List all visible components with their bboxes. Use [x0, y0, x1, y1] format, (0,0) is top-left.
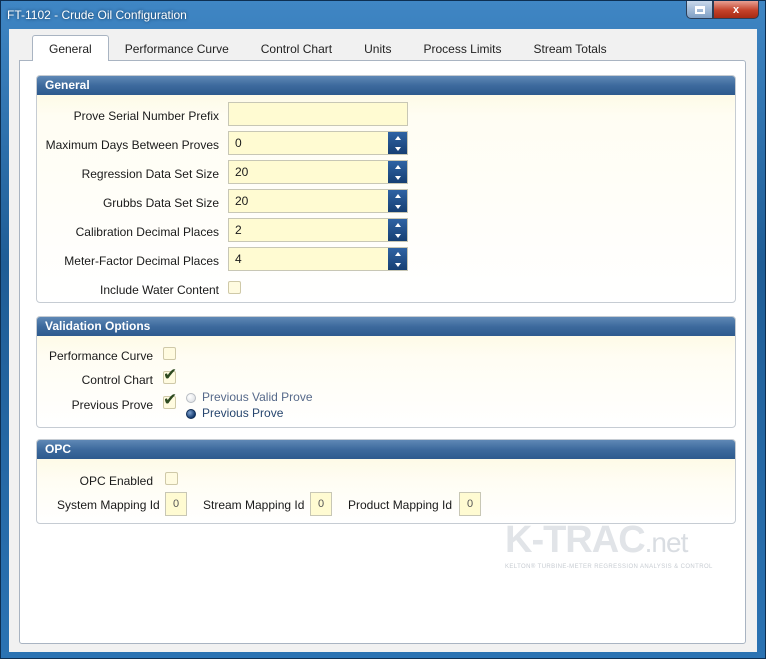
product-mapping-input[interactable]: 0 — [459, 492, 481, 516]
water-content-checkbox[interactable] — [228, 281, 241, 294]
checkmark-icon: ✔ — [163, 390, 178, 409]
control-chart-label: Control Chart — [81, 373, 153, 387]
meter-factor-spin-buttons — [388, 248, 407, 270]
calibration-label: Calibration Decimal Places — [75, 225, 219, 239]
radio-previous-prove-label: Previous Prove — [202, 406, 284, 420]
window-title: FT-1102 - Crude Oil Configuration — [7, 8, 187, 22]
opc-group: OPC OPC Enabled System Mapping Id 0 Stre… — [36, 439, 736, 524]
arrow-down-icon — [394, 262, 401, 267]
logo-tagline: KELTON® TURBINE-METER REGRESSION ANALYSI… — [505, 564, 713, 570]
arrow-up-icon — [394, 251, 401, 256]
regression-up-button[interactable] — [388, 161, 407, 172]
general-group: General Prove Serial Number Prefix Maxim… — [36, 75, 736, 303]
calibration-value: 2 — [235, 223, 242, 237]
general-group-header: General — [37, 76, 735, 95]
arrow-down-icon — [394, 204, 401, 209]
meter-factor-up-button[interactable] — [388, 248, 407, 259]
arrow-down-icon — [394, 233, 401, 238]
max-days-spin-buttons — [388, 132, 407, 154]
tab-process-limits[interactable]: Process Limits — [407, 37, 517, 61]
water-content-label: Include Water Content — [100, 283, 219, 297]
close-icon: x — [732, 3, 740, 16]
arrow-up-icon — [394, 164, 401, 169]
system-mapping-input[interactable]: 0 — [165, 492, 187, 516]
meter-factor-down-button[interactable] — [388, 259, 407, 270]
prove-prefix-input[interactable] — [228, 102, 408, 126]
regression-down-button[interactable] — [388, 172, 407, 183]
logo-main-text: K-TRAC — [505, 519, 646, 561]
max-days-label: Maximum Days Between Proves — [45, 138, 219, 152]
previous-prove-checkbox[interactable]: ✔ — [163, 391, 177, 409]
ktrac-logo: K-TRAC.net KELTON® TURBINE-METER REGRESS… — [505, 521, 713, 570]
tab-performance-curve[interactable]: Performance Curve — [109, 37, 245, 61]
control-chart-checkbox[interactable]: ✔ — [163, 366, 177, 384]
product-mapping-label: Product Mapping Id — [348, 498, 453, 512]
close-button[interactable]: x — [713, 1, 759, 19]
tab-strip: General Performance Curve Control Chart … — [32, 35, 623, 61]
logo-wordmark: K-TRAC.net — [505, 521, 713, 562]
restore-button[interactable] — [686, 1, 713, 19]
calibration-spin-buttons — [388, 219, 407, 241]
grubbs-down-button[interactable] — [388, 201, 407, 212]
arrow-down-icon — [394, 175, 401, 180]
radio-previous-valid-prove-label: Previous Valid Prove — [202, 390, 313, 404]
arrow-up-icon — [394, 193, 401, 198]
previous-prove-label: Previous Prove — [71, 398, 153, 412]
arrow-down-icon — [394, 146, 401, 151]
title-bar[interactable]: FT-1102 - Crude Oil Configuration x — [1, 1, 765, 29]
meter-factor-value: 4 — [235, 252, 242, 266]
window-controls: x — [686, 1, 759, 19]
tab-units[interactable]: Units — [348, 37, 407, 61]
meter-factor-label: Meter-Factor Decimal Places — [64, 254, 219, 268]
regression-spinner[interactable]: 20 — [228, 160, 408, 184]
arrow-up-icon — [394, 222, 401, 227]
opc-group-header: OPC — [37, 440, 735, 459]
max-days-up-button[interactable] — [388, 132, 407, 143]
max-days-spinner[interactable]: 0 — [228, 131, 408, 155]
logo-suffix: .net — [644, 527, 689, 558]
restore-icon — [694, 5, 705, 14]
arrow-up-icon — [394, 135, 401, 140]
system-mapping-label: System Mapping Id — [57, 498, 160, 512]
radio-previous-valid-prove[interactable] — [186, 393, 196, 403]
stream-mapping-label: Stream Mapping Id — [203, 498, 305, 512]
calibration-up-button[interactable] — [388, 219, 407, 230]
validation-group-header: Validation Options — [37, 317, 735, 336]
max-days-value: 0 — [235, 136, 242, 150]
grubbs-label: Grubbs Data Set Size — [102, 196, 219, 210]
calibration-spinner[interactable]: 2 — [228, 218, 408, 242]
performance-curve-checkbox[interactable] — [163, 347, 176, 360]
grubbs-value: 20 — [235, 194, 249, 208]
tab-stream-totals[interactable]: Stream Totals — [518, 37, 623, 61]
max-days-down-button[interactable] — [388, 143, 407, 154]
meter-factor-spinner[interactable]: 4 — [228, 247, 408, 271]
checkmark-icon: ✔ — [163, 365, 178, 384]
tab-control-chart[interactable]: Control Chart — [245, 37, 348, 61]
regression-spin-buttons — [388, 161, 407, 183]
stream-mapping-input[interactable]: 0 — [310, 492, 332, 516]
regression-value: 20 — [235, 165, 249, 179]
calibration-down-button[interactable] — [388, 230, 407, 241]
app-window: FT-1102 - Crude Oil Configuration x Gene… — [0, 0, 766, 659]
validation-group: Validation Options Performance Curve Con… — [36, 316, 736, 428]
prove-prefix-label: Prove Serial Number Prefix — [73, 109, 219, 123]
grubbs-up-button[interactable] — [388, 190, 407, 201]
opc-enabled-label: OPC Enabled — [79, 474, 153, 488]
opc-enabled-checkbox[interactable] — [165, 472, 178, 485]
grubbs-spinner[interactable]: 20 — [228, 189, 408, 213]
regression-label: Regression Data Set Size — [81, 167, 219, 181]
grubbs-spin-buttons — [388, 190, 407, 212]
performance-curve-label: Performance Curve — [48, 349, 153, 363]
tab-general[interactable]: General — [32, 35, 109, 61]
radio-previous-prove[interactable] — [186, 409, 196, 419]
